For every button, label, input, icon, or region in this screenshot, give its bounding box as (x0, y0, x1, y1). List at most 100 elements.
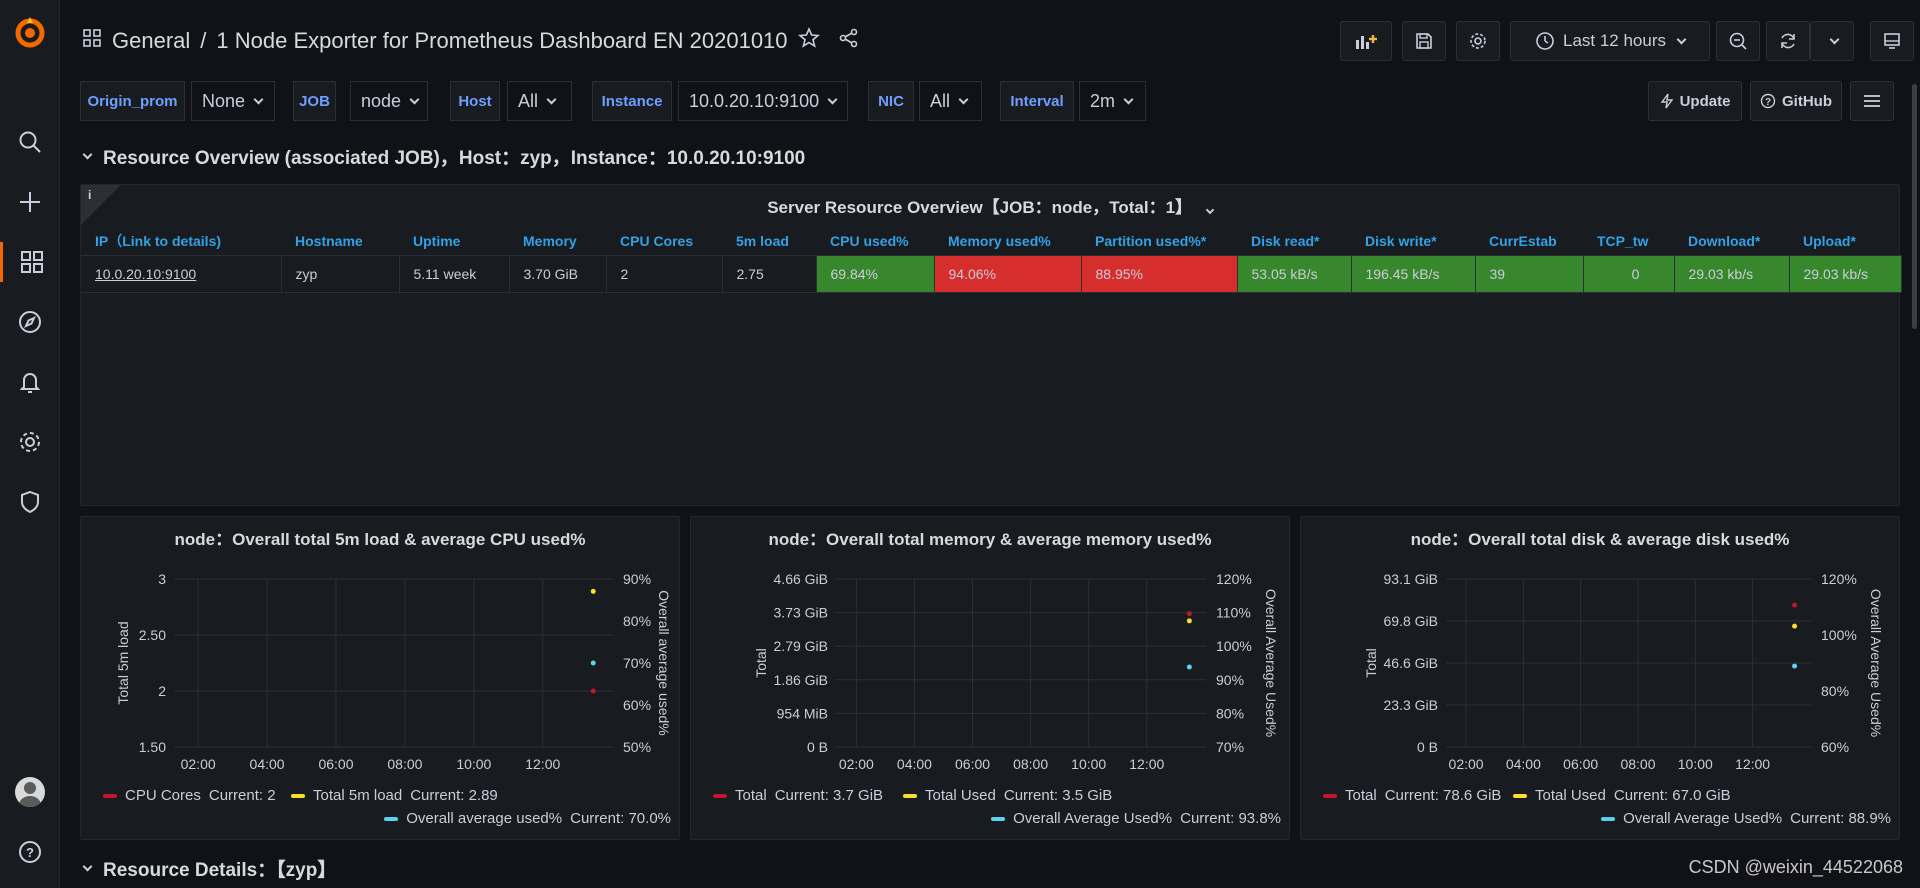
chevron-down-icon (82, 149, 93, 160)
legend-series-name: Overall Average Used% (1013, 810, 1173, 827)
zoom-out-button[interactable] (1716, 21, 1760, 61)
chevron-down-icon (1205, 205, 1215, 215)
y-left-axis-label: Total (753, 648, 769, 678)
column-header[interactable]: 5m load (722, 228, 816, 256)
panel-title[interactable]: node：Overall total memory & average memo… (691, 525, 1289, 550)
table-cell-ip[interactable]: 10.0.20.10:9100 (81, 255, 282, 293)
column-header[interactable]: CPU Cores (606, 228, 722, 256)
search-icon[interactable] (0, 122, 60, 162)
legend-item[interactable]: Total Used Current: 67.0 GiB (1513, 787, 1731, 804)
data-point-overall-average-used- (590, 660, 596, 666)
chevron-down-icon (409, 94, 420, 104)
alerting-bell-icon[interactable] (0, 362, 60, 402)
panel-title[interactable]: Server Resource Overview【JOB：node，Total：… (81, 193, 1899, 218)
legend-item[interactable]: Total 5m load Current: 2.89 (291, 787, 498, 804)
user-avatar[interactable] (0, 772, 60, 812)
column-header[interactable]: Partition used%* (1081, 228, 1237, 256)
table-cell: 2 (606, 255, 723, 293)
dashboards-icon[interactable] (0, 242, 60, 282)
refresh-button[interactable] (1766, 21, 1810, 61)
legend-item[interactable]: Overall Average Used% Current: 93.8% (991, 810, 1281, 827)
legend-current-value: Current: 2 (208, 787, 276, 804)
legend-item[interactable]: Total Current: 3.7 GiB (713, 787, 883, 804)
host-detail-link[interactable]: 10.0.20.10:9100 (95, 266, 196, 282)
x-tick-label: 06:00 (955, 756, 990, 772)
save-dashboard-button[interactable] (1402, 21, 1446, 61)
github-link-button[interactable]: ? GitHub (1750, 81, 1842, 121)
column-header[interactable]: Uptime (399, 228, 509, 256)
links-menu-button[interactable] (1850, 81, 1894, 121)
column-header[interactable]: Upload* (1789, 228, 1901, 256)
legend-item[interactable]: Overall Average Used% Current: 88.9% (1601, 810, 1891, 827)
shield-icon[interactable] (0, 482, 60, 522)
y-right-tick-label: 120% (1216, 571, 1252, 587)
star-icon[interactable] (797, 26, 820, 55)
create-plus-icon[interactable] (0, 182, 60, 222)
update-link-button[interactable]: Update (1648, 81, 1742, 121)
dashboard-title[interactable]: 1 Node Exporter for Prometheus Dashboard… (216, 28, 787, 54)
legend-item[interactable]: Overall average used% Current: 70.0% (384, 810, 671, 827)
column-header[interactable]: Disk write* (1351, 228, 1475, 256)
variable-select-instance[interactable]: 10.0.20.10:9100 (678, 81, 848, 121)
table-cell-status-ok: 69.84% (816, 255, 935, 293)
add-panel-button[interactable] (1340, 21, 1392, 61)
panel-title[interactable]: node：Overall total disk & average disk u… (1301, 525, 1899, 550)
column-header[interactable]: Download* (1674, 228, 1789, 256)
column-header[interactable]: Hostname (281, 228, 399, 256)
table-cell-status-ok: 53.05 kB/s (1237, 255, 1352, 293)
x-tick-label: 04:00 (1506, 756, 1541, 772)
column-header[interactable]: TCP_tw (1583, 228, 1674, 256)
legend-item[interactable]: Total Used Current: 3.5 GiB (903, 787, 1112, 804)
explore-compass-icon[interactable] (0, 302, 60, 342)
column-header[interactable]: CPU used% (816, 228, 934, 256)
avatar (15, 777, 45, 807)
panel-title[interactable]: node：Overall total 5m load & average CPU… (81, 525, 679, 550)
view-mode-button[interactable] (1870, 21, 1914, 61)
y-right-axis-label: Overall average used% (656, 590, 672, 736)
legend-item[interactable]: CPU Cores Current: 2 (103, 787, 276, 804)
share-icon[interactable] (838, 27, 860, 55)
refresh-interval-dropdown[interactable] (1810, 21, 1854, 61)
legend-series-name: CPU Cores (125, 787, 201, 804)
legend-swatch (1323, 793, 1337, 798)
breadcrumb-folder[interactable]: General (112, 28, 190, 54)
variable-select-job[interactable]: node (350, 81, 428, 121)
y-right-tick-label: 100% (1216, 638, 1252, 654)
row-header-overview[interactable]: Resource Overview (associated JOB)，Host：… (80, 143, 805, 170)
y-left-tick-label: 3 (158, 571, 166, 587)
variable-select-origin-prom[interactable]: None (191, 81, 275, 121)
y-left-tick-label: 2.79 GiB (774, 638, 828, 654)
y-left-tick-label: 2 (158, 683, 166, 699)
y-left-tick-label: 93.1 GiB (1384, 571, 1438, 587)
page-scrollbar[interactable] (1912, 84, 1917, 329)
legend-current-value: Current: 70.0% (570, 810, 671, 827)
breadcrumb-separator: / (200, 28, 207, 53)
settings-gear-icon[interactable] (0, 422, 60, 462)
legend-item[interactable]: Total Current: 78.6 GiB (1323, 787, 1501, 804)
legend-current-value: Current: 67.0 GiB (1613, 787, 1731, 804)
column-header[interactable]: IP（Link to details) (81, 228, 281, 256)
hamburger-menu-icon (1864, 95, 1880, 107)
x-tick-label: 12:00 (1735, 756, 1770, 772)
dashboard-settings-button[interactable] (1456, 21, 1500, 61)
row-header-details[interactable]: Resource Details：【zyp】 (80, 855, 336, 882)
y-right-tick-label: 90% (1216, 672, 1244, 688)
help-icon[interactable]: ? (0, 832, 60, 872)
x-tick-label: 06:00 (318, 756, 353, 772)
column-header[interactable]: CurrEstab (1475, 228, 1583, 256)
variable-select-interval[interactable]: 2m (1079, 81, 1146, 121)
server-resource-overview-panel: i Server Resource Overview【JOB：node，Tota… (80, 184, 1902, 506)
column-header[interactable]: Memory (509, 228, 606, 256)
chevron-down-icon (827, 94, 838, 104)
time-range-picker[interactable]: Last 12 hours (1510, 21, 1710, 61)
grafana-logo-icon[interactable] (0, 12, 60, 52)
variable-select-nic[interactable]: All (919, 81, 982, 121)
dashboards-grid-icon[interactable] (82, 28, 102, 54)
table-cell-status-ok: 29.03 kb/s (1674, 255, 1790, 293)
x-tick-label: 02:00 (839, 756, 874, 772)
variable-select-host[interactable]: All (507, 81, 572, 121)
legend-series-name: Total (1345, 787, 1377, 804)
column-header[interactable]: Memory used% (934, 228, 1081, 256)
y-left-tick-label: 0 B (807, 739, 828, 755)
column-header[interactable]: Disk read* (1237, 228, 1351, 256)
